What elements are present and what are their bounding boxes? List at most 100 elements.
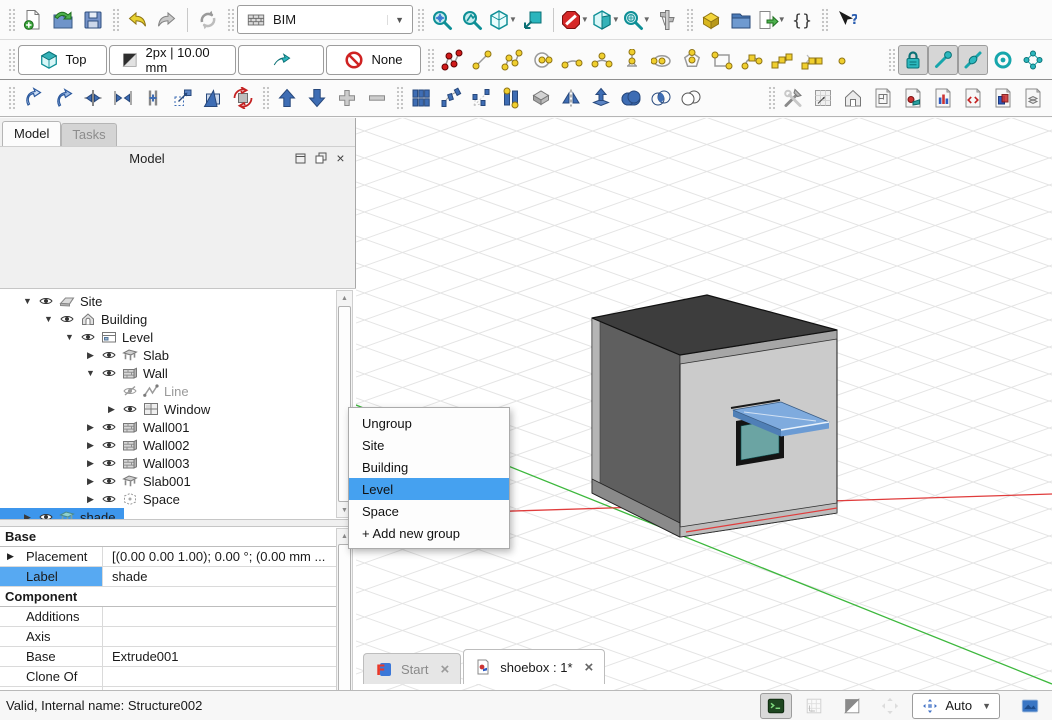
menu-item-level[interactable]: Level [349,478,509,500]
shoebox-model[interactable] [592,295,837,537]
whatsthis-icon[interactable]: ? [831,5,861,35]
mirror-icon[interactable] [556,83,586,113]
dock-icon[interactable] [294,152,307,165]
search-view-icon[interactable]: ▼ [621,5,652,35]
view-top-button[interactable]: Top [18,45,107,75]
menu-item-site[interactable]: Site [349,434,509,456]
tree-item-building[interactable]: ▼Building [0,310,156,328]
refresh-icon[interactable] [193,5,223,35]
visibility-toggle[interactable] [98,475,119,487]
working-plane-icon[interactable] [808,83,838,113]
property-name-base[interactable]: Base [0,647,103,666]
upgrade-icon[interactable] [272,83,302,113]
line-style-button[interactable]: 2px | 10.00 mm [109,45,236,75]
add-component-icon[interactable] [332,83,362,113]
stack-icon[interactable] [526,83,556,113]
bim-export-icon[interactable]: ▼ [756,5,787,35]
draft-point-icon[interactable] [827,45,857,75]
property-name-additions[interactable]: Additions [0,607,103,626]
menu-item-add-new-group[interactable]: + Add new group [349,522,509,544]
visibility-toggle[interactable] [56,313,77,325]
clip-off-icon[interactable]: ▼ [559,5,590,35]
preferences-icon[interactable] [778,83,808,113]
slice-icon[interactable] [198,83,228,113]
property-value-additions[interactable] [103,607,336,626]
3d-viewport-canvas[interactable] [356,118,1052,690]
property-name-axis[interactable]: Axis [0,627,103,646]
panel-tab-model[interactable]: Model [2,121,61,146]
draft-circle-icon[interactable] [527,45,557,75]
tree-item-wall[interactable]: ▼Wall [0,364,177,382]
visibility-toggle[interactable] [98,421,119,433]
zoom-selection-icon[interactable] [457,5,487,35]
rotate-icon[interactable] [228,83,258,113]
render-style-button[interactable] [836,693,868,719]
menu-item-ungroup[interactable]: Ungroup [349,412,509,434]
new-file-icon[interactable] [18,5,48,35]
close-icon[interactable]: × [585,659,594,676]
remove-component-icon[interactable] [362,83,392,113]
array-icon[interactable] [406,83,436,113]
tree-item-line[interactable]: Line [0,382,198,400]
visibility-toggle[interactable] [98,439,119,451]
expander-icon[interactable]: ▶ [104,404,119,415]
draft-ellipse-icon[interactable] [647,45,677,75]
draft-arc-3points-icon[interactable] [587,45,617,75]
scroll-up-arrow[interactable]: ▲ [337,291,352,305]
sync-view-icon[interactable] [518,5,548,35]
expander-icon[interactable]: ▼ [83,368,98,378]
save-icon[interactable] [78,5,108,35]
property-name-clone-of[interactable]: Clone Of [0,667,103,686]
sketch-icon[interactable] [437,45,467,75]
pages-doc-icon[interactable] [988,83,1018,113]
visibility-toggle[interactable] [119,403,140,415]
3d-viewport[interactable]: FStart×shoebox : 1*× [356,118,1052,690]
visibility-toggle[interactable] [98,367,119,379]
layers-doc-icon[interactable] [1018,83,1048,113]
notification-icon[interactable] [1014,693,1046,719]
navigation-style-selector[interactable]: Auto▼ [912,693,1000,719]
open-file-icon[interactable] [48,5,78,35]
expander-icon[interactable]: ▶ [83,458,98,469]
property-value-label[interactable]: shade [103,567,336,586]
bim-folder-icon[interactable] [726,5,756,35]
scale-icon[interactable] [168,83,198,113]
expander-icon[interactable]: ▶ [20,512,35,521]
draft-edit-node-icon[interactable] [797,45,827,75]
menu-item-building[interactable]: Building [349,456,509,478]
tree-item-window[interactable]: ▶Window [0,400,219,418]
tree-item-level[interactable]: ▼Level [0,328,162,346]
bim-box-icon[interactable] [696,5,726,35]
visibility-toggle[interactable] [98,457,119,469]
visibility-toggle[interactable] [35,295,56,307]
shapes-doc-icon[interactable] [898,83,928,113]
snap-midpoint-icon[interactable] [958,45,988,75]
property-value-base[interactable]: Extrude001 [103,647,336,666]
visibility-toggle[interactable] [119,385,140,397]
expander-icon[interactable]: ▶ [7,551,14,562]
extrude-icon[interactable] [586,83,616,113]
point-array-icon[interactable] [466,83,496,113]
draft-line-icon[interactable] [467,45,497,75]
float-icon[interactable] [314,152,327,165]
project-icon[interactable] [838,83,868,113]
property-value-clone-of[interactable] [103,667,336,686]
draft-fillet-icon[interactable] [617,45,647,75]
menu-item-space[interactable]: Space [349,500,509,522]
common-icon[interactable] [646,83,676,113]
chart-doc-icon[interactable] [928,83,958,113]
macro-braces-icon[interactable]: {} [787,5,817,35]
tree-item-slab001[interactable]: ▶Slab001 [0,472,200,490]
path-array-icon[interactable] [436,83,466,113]
downgrade-icon[interactable] [302,83,332,113]
draft-arc-icon[interactable] [557,45,587,75]
code-doc-icon[interactable] [958,83,988,113]
tree-item-wall003[interactable]: ▶Wall003 [0,454,198,472]
draft-bezcurve-icon[interactable] [737,45,767,75]
undo-icon[interactable] [122,5,152,35]
property-name-placement[interactable]: ▶Placement [0,547,103,566]
expander-icon[interactable]: ▶ [83,476,98,487]
visibility-toggle[interactable] [98,493,119,505]
draft-bspline-icon[interactable] [767,45,797,75]
cut-icon[interactable] [676,83,706,113]
